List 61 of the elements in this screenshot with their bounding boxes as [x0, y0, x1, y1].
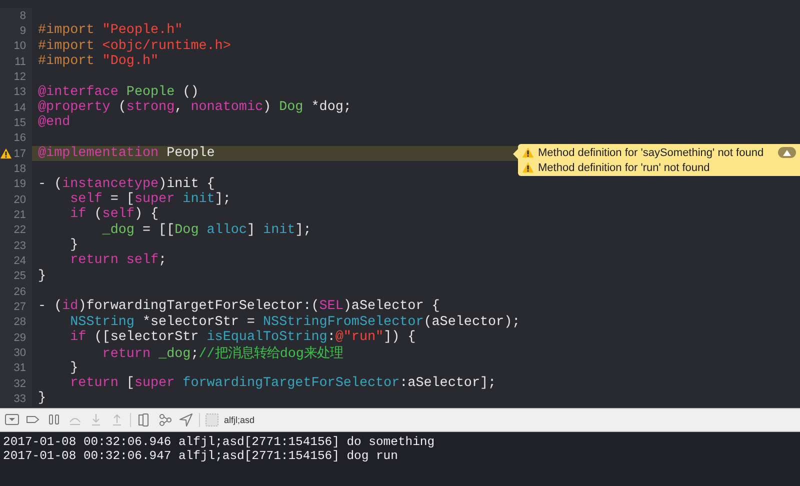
line-number: 28 [14, 316, 26, 328]
code-line: @implementation People [37, 146, 215, 162]
warning-icon [522, 147, 534, 158]
warning-icon [522, 162, 534, 173]
code-line: self = [super init]; [69, 192, 231, 208]
line-number: 18 [14, 162, 26, 175]
line-number: 23 [14, 240, 26, 252]
line-number: 12 [14, 70, 26, 83]
issue-message: Method definition for 'run' not found [538, 162, 710, 174]
issue-message: Method definition for 'saySomething' not found [538, 146, 764, 158]
triangle-icon [783, 150, 791, 156]
code-line: @end [37, 115, 70, 130]
app-icon [205, 413, 219, 427]
code-line: @property (strong, nonatomic) Dog *dog; [37, 100, 352, 116]
line-number: 30 [14, 346, 26, 359]
code-line: } [69, 238, 78, 254]
console-toggle-icon[interactable] [4, 412, 20, 428]
code-line: _dog = [[Dog alloc] init]; [101, 222, 312, 238]
code-line: - (instancetype)init { [37, 176, 215, 192]
memory-graph-icon[interactable] [157, 412, 173, 428]
code-line: } [37, 268, 46, 284]
line-number: 29 [14, 332, 26, 344]
code-line: return [super forwardingTargetForSelector:aSelector]; [69, 376, 496, 392]
warning-icon [0, 148, 12, 160]
code-line: } [37, 391, 46, 406]
line-number: 20 [14, 194, 26, 206]
line-number: 22 [14, 224, 26, 236]
line-number: 14 [14, 102, 26, 114]
code-line: #import "People.h" [37, 23, 183, 38]
line-number: 19 [14, 178, 26, 190]
line-number: 27 [14, 300, 26, 313]
code-line: @interface People () [37, 84, 199, 100]
line-number: 24 [14, 254, 26, 267]
line-number: 25 [14, 270, 26, 282]
target-label[interactable]: alfjl;asd [224, 415, 255, 425]
line-number: 15 [14, 116, 26, 129]
code-line: return _dog;//把消息转给dog来处理 [101, 344, 343, 362]
console-line: 2017-01-08 00:32:06.947 alfjl;asd[2771:154156] dog run [3, 449, 399, 463]
line-number: 11 [14, 56, 26, 68]
console-line: 2017-01-08 00:32:06.946 alfjl;asd[2771:154156] do something [3, 435, 436, 449]
code-line: - (id)forwardingTargetForSelector:(SEL)aSelector { [37, 299, 440, 314]
code-line: if ([selectorStr isEqualToString:@"run"]) { [69, 330, 416, 346]
collapse-button[interactable] [778, 147, 796, 158]
code-line: #import <objc/runtime.h> [37, 38, 231, 54]
code-line: return self; [69, 253, 167, 268]
line-number: 21 [14, 208, 26, 221]
line-number: 33 [14, 392, 26, 405]
code-line: #import "Dog.h" [37, 54, 159, 70]
code-line: NSString *selectorStr = NSStringFromSelector(aSelector); [69, 314, 520, 330]
line-number: 16 [14, 132, 26, 144]
line-number: 32 [14, 378, 26, 390]
line-number: 17 [14, 148, 26, 160]
line-number: 31 [14, 362, 26, 374]
line-number: 8 [20, 10, 26, 22]
line-number: 10 [14, 40, 26, 52]
line-number: 9 [20, 24, 26, 37]
code-line: if (self) { [69, 207, 159, 222]
line-number: 13 [14, 86, 26, 98]
location-arrow-icon[interactable] [178, 412, 194, 428]
line-number: 26 [14, 286, 26, 298]
code-line: } [69, 360, 78, 376]
